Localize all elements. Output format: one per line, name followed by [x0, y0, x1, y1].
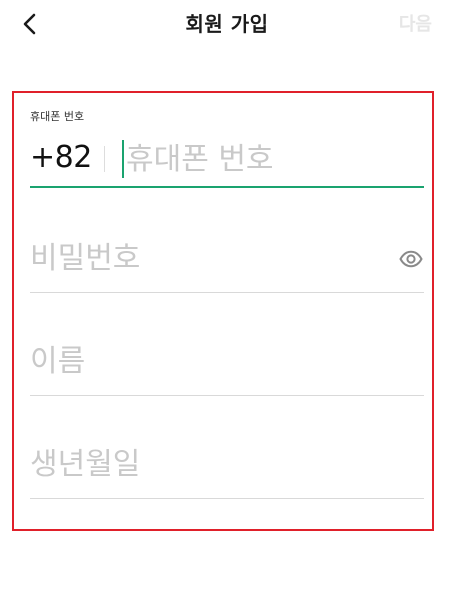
birthdate-field [30, 440, 424, 500]
password-underline [30, 292, 424, 293]
header: 회원 가입 다음 [0, 0, 454, 48]
country-code-selector[interactable]: +82 [30, 140, 92, 175]
phone-row: +82 [30, 138, 424, 182]
password-input[interactable] [30, 234, 380, 282]
phone-input[interactable] [126, 138, 422, 180]
country-code-divider [104, 146, 105, 172]
password-field [30, 234, 424, 294]
birthdate-input[interactable] [30, 440, 380, 488]
phone-field: 휴대폰 번호 +82 [30, 108, 424, 188]
page-title: 회원 가입 [185, 12, 269, 36]
eye-icon [399, 250, 423, 268]
next-button[interactable]: 다음 [399, 10, 432, 36]
phone-underline [30, 186, 424, 188]
password-visibility-toggle[interactable] [398, 246, 424, 272]
name-underline [30, 395, 424, 396]
name-input[interactable] [30, 337, 380, 385]
birthdate-underline [30, 498, 424, 499]
signup-screen: 회원 가입 다음 휴대폰 번호 +82 [0, 0, 454, 593]
name-field [30, 337, 424, 397]
text-caret [122, 140, 124, 178]
phone-label: 휴대폰 번호 [30, 110, 85, 123]
